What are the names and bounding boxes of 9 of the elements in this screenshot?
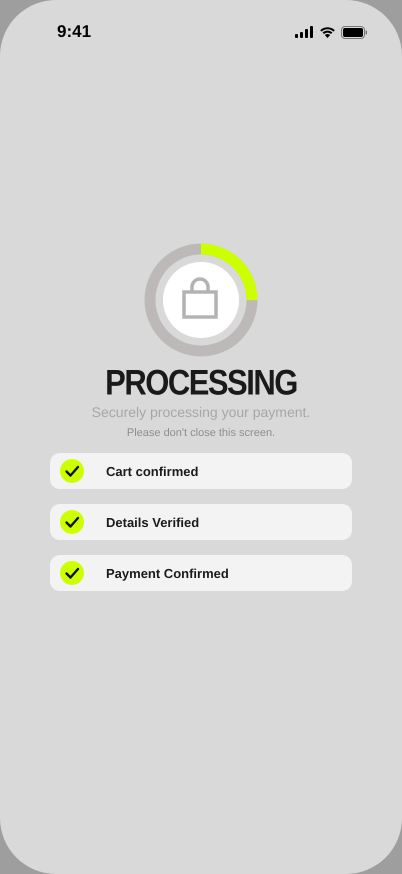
battery-icon: [341, 26, 368, 38]
warning-note: Please don't close this screen.: [126, 427, 276, 439]
step-label: Details Verified: [106, 514, 200, 530]
step-label: Cart confirmed: [106, 464, 198, 478]
step-label: Payment Confirmed: [106, 566, 229, 580]
wifi-icon: [319, 26, 336, 38]
signal-icon: [295, 26, 314, 38]
processing-title: PROCESSING: [105, 363, 297, 403]
status-time: 9:41: [57, 22, 92, 42]
